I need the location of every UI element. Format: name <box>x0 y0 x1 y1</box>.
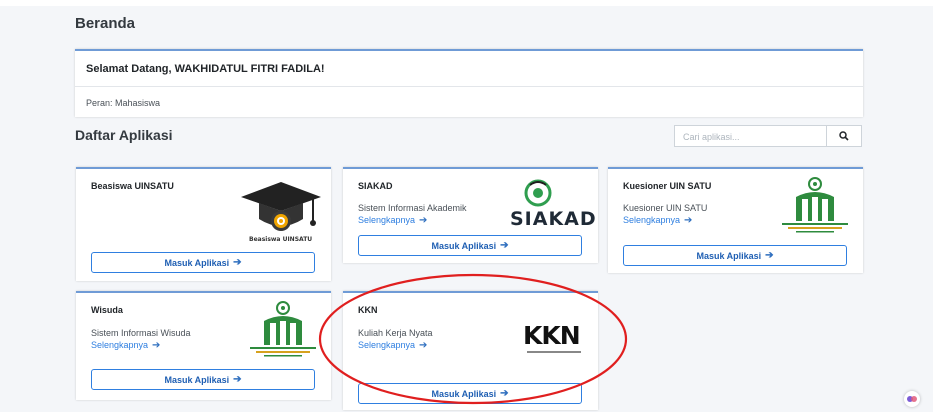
arrow-right-icon: ➔ <box>233 257 242 268</box>
apps-section-title: Daftar Aplikasi <box>75 127 173 143</box>
search-input[interactable] <box>675 126 835 148</box>
app-card-kuesioner: Kuesioner UIN SATU Kuesioner UIN SATU Se… <box>608 167 863 273</box>
selengkapnya-link[interactable]: Selengkapnya ➔ <box>623 215 692 226</box>
arrow-right-icon: ➔ <box>419 215 428 226</box>
arrow-right-icon: ➔ <box>233 374 242 385</box>
welcome-card: Selamat Datang, WAKHIDATUL FITRI FADILA!… <box>75 49 863 117</box>
beasiswa-logo-text: Beasiswa UINSATU <box>249 236 313 243</box>
arrow-right-icon: ➔ <box>684 215 693 226</box>
arrow-right-icon: ➔ <box>152 340 161 351</box>
selengkapnya-link[interactable]: Selengkapnya ➔ <box>358 215 427 226</box>
app-description: Kuesioner UIN SATU <box>623 203 708 213</box>
graduation-cap-icon: Beasiswa UINSATU <box>239 179 323 243</box>
uin-satu-logo-icon <box>242 299 324 361</box>
button-label: Masuk Aplikasi <box>431 240 497 251</box>
app-name: SIAKAD <box>358 181 393 191</box>
top-bar <box>0 0 933 6</box>
masuk-aplikasi-button[interactable]: Masuk Aplikasi ➔ <box>358 383 582 404</box>
search-button[interactable] <box>826 126 861 146</box>
selengkapnya-link[interactable]: Selengkapnya ➔ <box>91 340 160 351</box>
arrow-right-icon: ➔ <box>765 250 774 261</box>
app-name: Beasiswa UINSATU <box>91 181 174 191</box>
user-role: Peran: Mahasiswa <box>86 98 161 108</box>
masuk-aplikasi-button[interactable]: Masuk Aplikasi ➔ <box>91 369 315 390</box>
chat-icon <box>907 396 917 402</box>
app-card-wisuda: Wisuda Sistem Informasi Wisuda Selengkap… <box>76 291 331 400</box>
app-description: Sistem Informasi Wisuda <box>91 328 191 338</box>
arrow-right-icon: ➔ <box>500 240 509 251</box>
masuk-aplikasi-button[interactable]: Masuk Aplikasi ➔ <box>623 245 847 266</box>
app-card-kkn: KKN Kuliah Kerja Nyata Selengkapnya ➔ KKN… <box>343 291 598 410</box>
masuk-aplikasi-button[interactable]: Masuk Aplikasi ➔ <box>358 235 582 256</box>
app-card-beasiswa: Beasiswa UINSATU Beasiswa UINSATU Masuk … <box>76 167 331 281</box>
button-label: Masuk Aplikasi <box>431 388 497 399</box>
app-name: Wisuda <box>91 305 123 315</box>
button-label: Masuk Aplikasi <box>696 250 762 261</box>
search-box <box>674 125 862 148</box>
app-card-siakad: SIAKAD Sistem Informasi Akademik Selengk… <box>343 167 598 263</box>
uin-satu-logo-icon <box>774 175 856 237</box>
button-label: Masuk Aplikasi <box>164 374 230 385</box>
selengkapnya-link[interactable]: Selengkapnya ➔ <box>358 340 427 351</box>
app-name: Kuesioner UIN SATU <box>623 181 712 191</box>
page-title: Beranda <box>75 15 136 32</box>
arrow-right-icon: ➔ <box>419 340 428 351</box>
welcome-greeting: Selamat Datang, WAKHIDATUL FITRI FADILA! <box>75 51 863 87</box>
app-description: Kuliah Kerja Nyata <box>358 328 433 338</box>
app-description: Sistem Informasi Akademik <box>358 203 467 213</box>
search-icon <box>839 131 849 141</box>
app-name: KKN <box>358 305 378 315</box>
kkn-logo-icon: KKN <box>523 321 587 357</box>
siakad-logo-icon: SIAKAD <box>508 179 596 230</box>
siakad-logo-text: SIAKAD <box>510 208 597 230</box>
kkn-logo-text: KKN <box>523 321 581 350</box>
arrow-right-icon: ➔ <box>500 388 509 399</box>
masuk-aplikasi-button[interactable]: Masuk Aplikasi ➔ <box>91 252 315 273</box>
floating-assistant-button[interactable] <box>904 391 920 407</box>
button-label: Masuk Aplikasi <box>164 257 230 268</box>
